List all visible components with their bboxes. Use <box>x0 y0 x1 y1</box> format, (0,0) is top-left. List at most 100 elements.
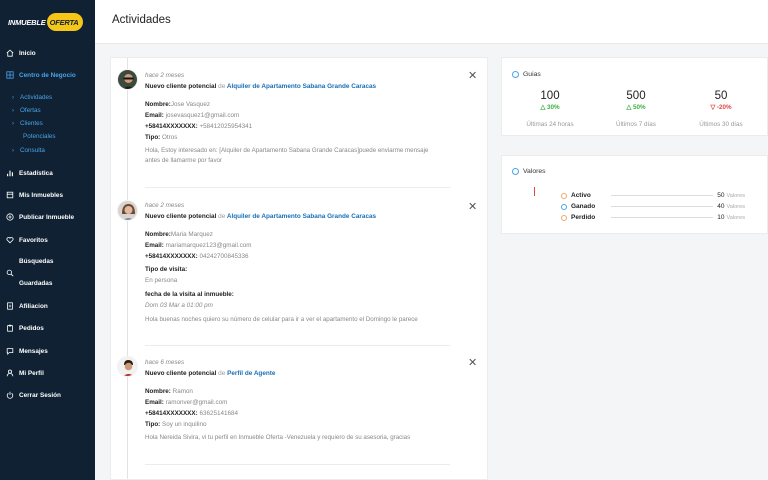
sidebar-subitem-label: Potenciales <box>23 133 56 140</box>
sidebar-item-favoritos[interactable]: Favoritos <box>6 236 48 244</box>
sidebar: INMUEBLE OFERTA Inicio Centro de Negocio… <box>0 0 95 480</box>
stat-7d: 500 △ 50% Últimos 7 días <box>591 90 681 128</box>
close-icon[interactable]: ✕ <box>468 202 477 213</box>
chart-marker <box>534 187 535 196</box>
chevron-right-icon: › <box>12 147 14 154</box>
lead-phone: +58414XXXXXXX: 63625141684 <box>145 410 238 417</box>
lead-message: Hola Nereida Sivira, vi tu perfil en Inm… <box>145 434 411 441</box>
timeline-line <box>127 58 128 479</box>
circle-icon <box>512 71 519 78</box>
visit-type-label: Tipo de visita: <box>145 266 188 273</box>
sidebar-item-label: Publicar Inmueble <box>19 213 75 221</box>
circle-icon <box>561 214 567 221</box>
sidebar-item-mi-perfil[interactable]: Mi Perfil <box>6 369 44 377</box>
stat-label: Últimas 24 horas <box>526 121 574 128</box>
chevron-right-icon: › <box>12 94 14 101</box>
guias-card: Guias 100 △ 30% Últimas 24 horas 500 △ 5… <box>501 57 768 136</box>
avatar <box>117 356 138 377</box>
page-title: Actividades <box>112 14 171 26</box>
lead-phone: +58414XXXXXXX: 04242700845336 <box>145 253 249 260</box>
triangle-down-icon: ▽ <box>710 104 716 111</box>
top-header: Actividades <box>95 0 768 44</box>
search-icon-row <box>6 269 19 277</box>
circle-icon <box>561 192 567 199</box>
sidebar-item-label: Pedidos <box>19 324 44 332</box>
activity-time: hace 6 meses <box>145 359 185 366</box>
circle-icon <box>561 203 567 210</box>
brand-logo-left: INMUEBLE <box>8 17 46 27</box>
sidebar-subitem-clientes-potenciales[interactable]: › Clientes <box>12 120 43 127</box>
lead-phone: +58414XXXXXXX: +58412025954341 <box>145 123 253 130</box>
close-icon[interactable]: ✕ <box>468 358 477 369</box>
sidebar-item-busquedas-guardadas[interactable]: Búsquedas <box>6 258 53 265</box>
property-link[interactable]: Alquiler de Apartamento Sabana Grande Ca… <box>227 213 376 220</box>
avatar <box>117 200 138 221</box>
sidebar-item-label: Favoritos <box>19 236 48 244</box>
stat-value: 50 <box>714 90 728 102</box>
divider <box>145 187 450 188</box>
sidebar-item-label: Centro de Negocio <box>19 71 76 79</box>
sidebar-item-inicio[interactable]: Inicio <box>6 49 36 57</box>
valores-card: Valores Activo 50 Valores Ganado 40 Valo… <box>501 155 768 234</box>
sidebar-item-label: Guardadas <box>19 280 53 287</box>
sidebar-item-label: Mi Perfil <box>19 369 44 377</box>
clipboard-icon <box>7 324 13 332</box>
stat-value: 500 <box>626 90 646 102</box>
document-icon <box>7 302 13 310</box>
property-link[interactable]: Alquiler de Apartamento Sabana Grande Ca… <box>227 83 376 90</box>
lead-type: Tipo: Otros <box>145 134 178 141</box>
activity-time: hace 2 meses <box>145 72 185 79</box>
lead-message: Hola, Estoy interesado en: [Alquiler de … <box>145 147 429 164</box>
sidebar-item-publicar-inmueble[interactable]: Publicar Inmueble <box>6 213 74 221</box>
lead-type: Tipo: Soy un inquilino <box>145 421 207 428</box>
brand-logo[interactable]: INMUEBLE OFERTA <box>8 11 83 33</box>
sidebar-subitem-label: Consulta <box>20 147 45 154</box>
sidebar-subitem-label: Actividades <box>20 94 53 101</box>
stat-24h: 100 △ 30% Últimas 24 horas <box>505 90 595 128</box>
sidebar-subitem-consulta[interactable]: › Consulta <box>12 147 45 154</box>
lead-email: Email: ramonver@gmail.com <box>145 399 228 406</box>
activity-title: Nuevo cliente potencial de Alquiler de A… <box>145 213 377 220</box>
chevron-right-icon: › <box>12 107 14 114</box>
lead-name: Nombre:Maria Marquez <box>145 231 213 238</box>
sidebar-item-estadistica[interactable]: Estadística <box>6 169 53 177</box>
sidebar-subitem-label: Clientes <box>20 120 43 127</box>
stat-label: Últimos 7 días <box>616 121 656 128</box>
stat-change: ▽ -20% <box>710 104 732 111</box>
sidebar-item-label: Mis Inmuebles <box>19 191 64 199</box>
activity-title: Nuevo cliente potencial de Perfil de Age… <box>145 370 276 377</box>
triangle-up-icon: △ <box>626 104 632 111</box>
close-icon[interactable]: ✕ <box>468 71 477 82</box>
stat-change: △ 50% <box>626 104 646 111</box>
lead-email: Email: mariamarquez123@gmail.com <box>145 242 252 249</box>
chevron-right-icon: › <box>12 120 14 127</box>
sidebar-subitem-potenciales-label[interactable]: Potenciales <box>23 133 56 140</box>
sidebar-item-label: Búsquedas <box>19 258 54 265</box>
profile-link[interactable]: Perfil de Agente <box>227 370 275 377</box>
sidebar-item-label: Mensajes <box>19 347 48 355</box>
sidebar-item-guardadas-label[interactable]: Guardadas <box>6 280 52 287</box>
plus-circle-icon <box>6 213 14 221</box>
sidebar-item-pedidos[interactable]: Pedidos <box>6 324 44 332</box>
valores-row-activo: Activo 50 Valores <box>561 191 745 200</box>
divider <box>145 345 450 346</box>
sidebar-subitem-actividades[interactable]: › Actividades <box>12 94 52 101</box>
lead-name: Nombre: Ramon <box>145 388 193 395</box>
building-icon <box>6 191 14 199</box>
sidebar-item-label: Afiliacion <box>19 302 48 310</box>
sidebar-item-label: Inicio <box>19 49 36 57</box>
activity-feed: ✕ hace 2 meses Nuevo cliente potencial d… <box>110 57 488 480</box>
sidebar-item-cerrar-sesion[interactable]: Cerrar Sesión <box>6 391 61 399</box>
valores-row-ganado: Ganado 40 Valores <box>561 202 745 211</box>
valores-row-perdido: Perdido 10 Valores <box>561 213 745 222</box>
sidebar-item-mensajes[interactable]: Mensajes <box>6 347 48 355</box>
sidebar-item-centro-de-negocio[interactable]: Centro de Negocio <box>6 71 76 79</box>
visit-type: En persona <box>145 277 178 284</box>
sidebar-item-mis-inmuebles[interactable]: Mis Inmuebles <box>6 191 63 199</box>
sidebar-item-afiliacion[interactable]: Afiliacion <box>6 302 48 310</box>
user-icon <box>6 369 14 377</box>
lead-message: Hola buenas noches quiero su número de c… <box>145 316 418 323</box>
stat-change: △ 30% <box>540 104 560 111</box>
stat-value: 100 <box>540 90 560 102</box>
sidebar-subitem-ofertas[interactable]: › Ofertas <box>12 107 41 114</box>
